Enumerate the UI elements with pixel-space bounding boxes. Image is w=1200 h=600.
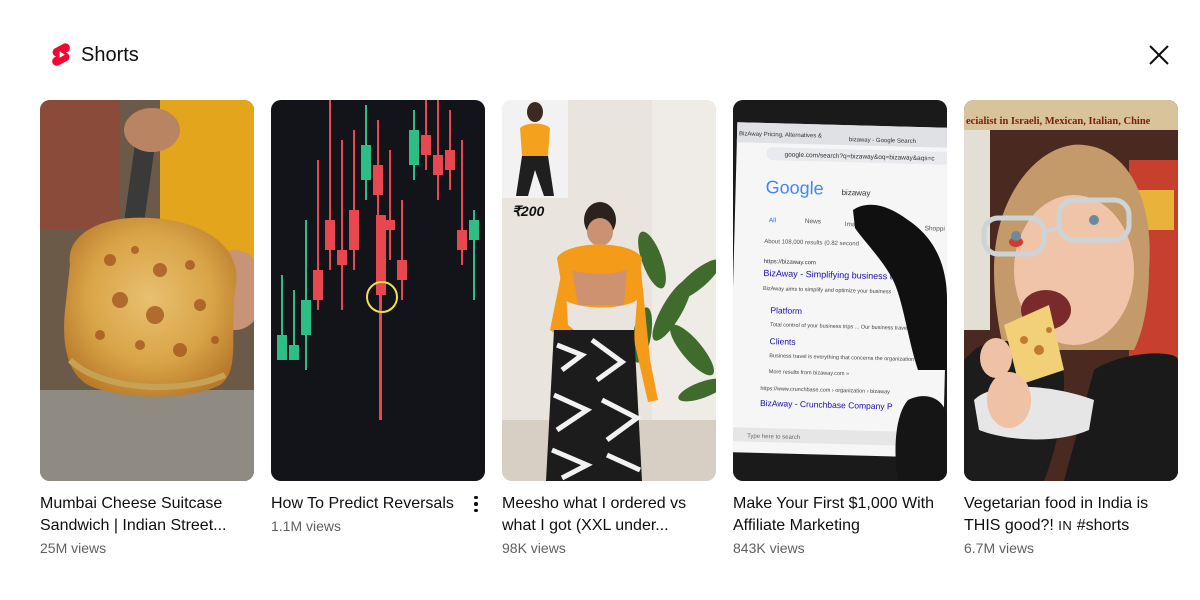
candle-body [445,150,455,170]
google-search-screen-image: BizAway Pricing, Alternatives & bizaway … [733,100,947,481]
candle-body [337,250,347,265]
close-icon [1149,45,1169,65]
title-hashtag[interactable]: #shorts [1072,517,1129,534]
candle-body [385,220,395,230]
candle-body [409,130,419,165]
street-food-eating-image: ecialist in Israeli, Mexican, Italian, C… [964,100,1178,481]
price-overlay: ₹200 [512,203,544,219]
short-thumbnail[interactable]: ₹200 [502,100,716,481]
svg-text:Platform: Platform [770,305,802,316]
svg-text:News: News [805,218,822,225]
close-button[interactable] [1144,40,1174,70]
short-thumbnail[interactable]: BizAway Pricing, Alternatives & bizaway … [733,100,947,481]
candle-wick [437,100,439,200]
dot-icon [474,495,478,500]
candle-body [469,220,479,240]
more-options-button[interactable] [471,494,481,514]
short-card[interactable]: Mumbai Cheese Suitcase Sandwich | Indian… [40,100,254,559]
title-country-tag: IN [1058,518,1073,533]
svg-text:Clients: Clients [770,336,796,347]
short-card[interactable]: BizAway Pricing, Alternatives & bizaway … [733,100,947,559]
candle-wick [401,200,403,300]
candle-body [277,335,287,360]
candle-body [349,210,359,250]
candle-body [325,220,335,250]
short-card[interactable]: ₹200 Meesho what I ordered vs what I got… [502,100,716,559]
short-thumbnail[interactable]: ecialist in Israeli, Mexican, Italian, C… [964,100,1178,481]
candlestick-chart-image [271,100,485,481]
page-title: Shorts [81,43,139,66]
view-count: 1.1M views [271,518,342,534]
candle-body [373,165,383,195]
view-count: 98K views [502,540,566,556]
short-card[interactable]: ecialist in Israeli, Mexican, Italian, C… [964,100,1178,559]
short-thumbnail[interactable] [271,100,485,481]
candle-wick [341,140,343,310]
candle-body [289,345,299,360]
svg-text:ecialist in Israeli, Mexican,: ecialist in Israeli, Mexican, Italian, C… [966,116,1151,127]
shorts-header: Shorts [52,40,139,70]
short-thumbnail[interactable] [40,100,254,481]
candle-body [313,270,323,300]
svg-text:bizaway: bizaway [841,188,870,198]
short-title[interactable]: Mumbai Cheese Suitcase Sandwich | Indian… [40,493,254,537]
short-title[interactable]: Make Your First $1,000 With Affiliate Ma… [733,493,947,537]
candle-body [361,145,371,180]
svg-text:Shoppi: Shoppi [925,225,945,233]
view-count: 25M views [40,540,107,556]
cheese-sandwich-image [40,100,254,481]
youtube-shorts-logo-icon [52,43,70,66]
candle-body [397,260,407,280]
dot-icon [474,502,478,506]
shorts-shelf: Mumbai Cheese Suitcase Sandwich | Indian… [40,100,1178,559]
short-title[interactable]: How To Predict Reversals [271,493,485,515]
candle-wick [389,150,391,260]
candle-wick [305,220,307,370]
dot-icon [474,508,478,513]
view-count: 6.7M views [964,540,1035,556]
svg-text:All: All [769,217,777,224]
short-title[interactable]: Vegetarian food in India is THIS good?! … [964,493,1178,537]
fashion-haul-image: ₹200 [502,100,716,481]
candle-body [421,135,431,155]
candle-body [457,230,467,250]
candle-body [301,300,311,335]
view-count: 843K views [733,540,805,556]
svg-text:Google: Google [765,177,824,199]
short-title[interactable]: Meesho what I ordered vs what I got (XXL… [502,493,716,537]
short-card[interactable]: How To Predict Reversals 1.1M views [271,100,485,559]
candle-body [433,155,443,175]
